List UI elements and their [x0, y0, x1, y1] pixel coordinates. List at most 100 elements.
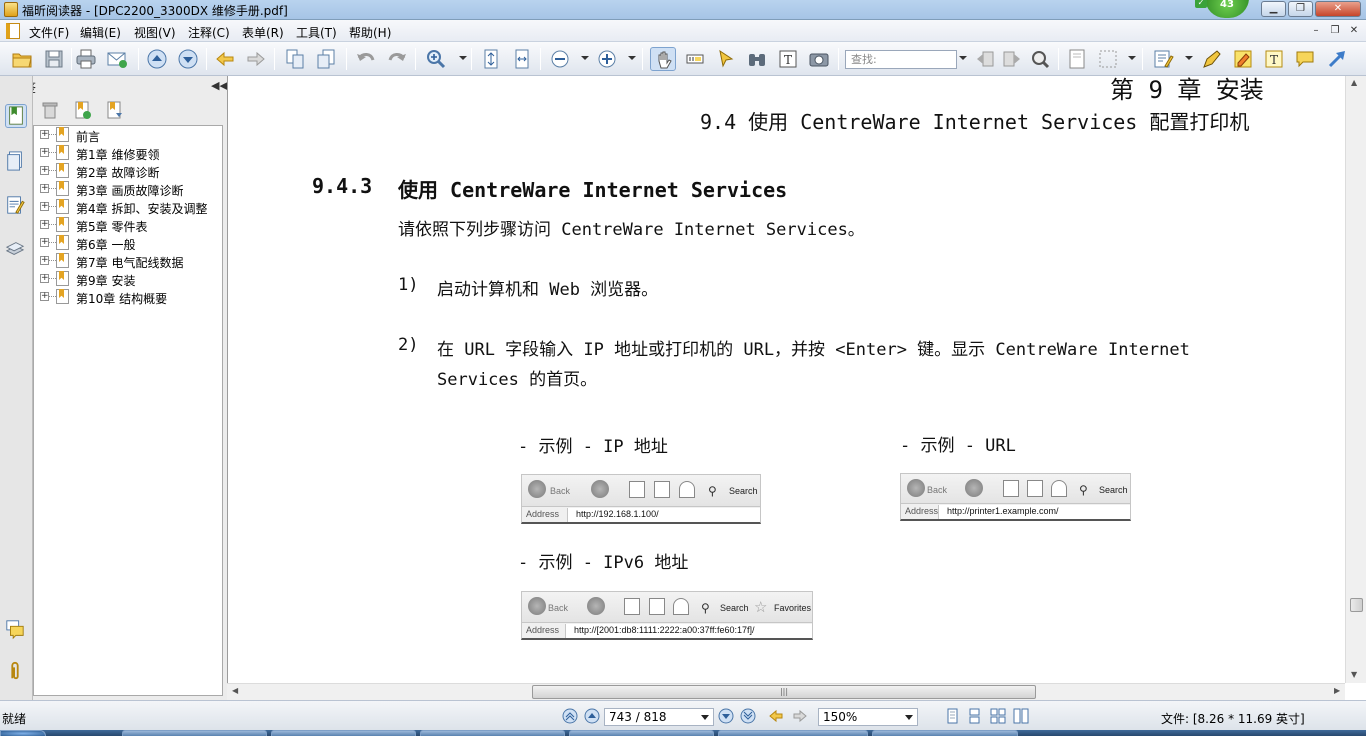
- start-button[interactable]: [0, 730, 46, 736]
- chevron-down-icon[interactable]: [701, 715, 709, 720]
- undo-icon[interactable]: [353, 47, 379, 71]
- save-icon[interactable]: [41, 47, 67, 71]
- forward-arrow-icon[interactable]: [243, 47, 269, 71]
- menu-comment[interactable]: 注释(C): [188, 24, 230, 41]
- taskbar-app-button[interactable]: [122, 730, 267, 736]
- find-next-icon[interactable]: [999, 47, 1025, 71]
- next-page-button-icon[interactable]: [718, 708, 734, 724]
- minimize-button[interactable]: ▁: [1261, 1, 1286, 17]
- note-tool-dropdown[interactable]: [1185, 56, 1193, 60]
- expand-icon[interactable]: +: [40, 220, 49, 229]
- snapshot-icon[interactable]: [806, 47, 832, 71]
- arrow-tool-icon[interactable]: [1324, 47, 1350, 71]
- select-annotation-icon[interactable]: [713, 47, 739, 71]
- highlight-icon[interactable]: [1230, 47, 1256, 71]
- previous-page-icon[interactable]: [144, 47, 170, 71]
- next-view-icon[interactable]: [792, 708, 808, 724]
- menu-help[interactable]: 帮助(H): [349, 24, 391, 41]
- pencil-icon[interactable]: [1199, 47, 1225, 71]
- expand-icon[interactable]: +: [40, 148, 49, 157]
- textbox-icon[interactable]: T: [1261, 47, 1287, 71]
- bookmark-item[interactable]: + 第3章 画质故障诊断: [34, 180, 222, 198]
- doc-restore-button[interactable]: ❐: [1327, 23, 1343, 38]
- scroll-left-icon[interactable]: ◀: [232, 686, 238, 695]
- menu-edit[interactable]: 编辑(E): [80, 24, 121, 41]
- page-thumbnails-icon[interactable]: [5, 150, 27, 174]
- add-bookmark-icon[interactable]: [72, 100, 92, 120]
- next-page-icon[interactable]: [175, 47, 201, 71]
- bookmark-properties-icon[interactable]: [104, 100, 124, 120]
- insert-pages-icon[interactable]: [313, 47, 339, 71]
- chevron-down-icon[interactable]: [905, 715, 913, 720]
- search-input[interactable]: 查找:: [845, 50, 957, 69]
- bookmark-item[interactable]: + 第7章 电气配线数据: [34, 252, 222, 270]
- annotations-panel-icon[interactable]: [5, 194, 27, 218]
- bookmark-item[interactable]: + 前言: [34, 126, 222, 144]
- delete-bookmark-icon[interactable]: [40, 100, 60, 120]
- menu-form[interactable]: 表单(R): [242, 24, 284, 41]
- zoom-in-icon[interactable]: [594, 47, 620, 71]
- bookmark-item[interactable]: + 第4章 拆卸、安装及调整: [34, 198, 222, 216]
- vertical-scrollbar[interactable]: ▲ ▼: [1345, 76, 1366, 683]
- bookmark-item[interactable]: + 第2章 故障诊断: [34, 162, 222, 180]
- grid-icon[interactable]: [1095, 47, 1121, 71]
- back-arrow-icon[interactable]: [212, 47, 238, 71]
- typewriter-icon[interactable]: T: [775, 47, 801, 71]
- search-dropdown[interactable]: [959, 56, 967, 60]
- hand-tool-icon[interactable]: [650, 47, 676, 71]
- scroll-up-icon[interactable]: ▲: [1351, 78, 1357, 87]
- bookmark-item[interactable]: + 第9章 安装: [34, 270, 222, 288]
- continuous-facing-view-icon[interactable]: [1013, 708, 1029, 724]
- bookmarks-panel-icon[interactable]: [5, 104, 27, 128]
- taskbar-app-button[interactable]: [718, 730, 868, 736]
- single-page-view-icon[interactable]: [944, 708, 960, 724]
- bookmark-item[interactable]: + 第5章 零件表: [34, 216, 222, 234]
- continuous-view-icon[interactable]: [966, 708, 982, 724]
- comments-list-icon[interactable]: [5, 618, 27, 642]
- close-button[interactable]: ✕: [1315, 1, 1361, 17]
- horizontal-scrollbar[interactable]: ◀ ||| ▶: [227, 683, 1345, 700]
- callout-icon[interactable]: [1292, 47, 1318, 71]
- bookmark-item[interactable]: + 第1章 维修要领: [34, 144, 222, 162]
- taskbar-app-button[interactable]: [569, 730, 714, 736]
- grid-dropdown[interactable]: [1128, 56, 1136, 60]
- previous-view-icon[interactable]: [768, 708, 784, 724]
- doc-minimize-button[interactable]: –: [1308, 23, 1324, 38]
- layers-panel-icon[interactable]: [5, 238, 27, 262]
- menu-view[interactable]: 视图(V): [134, 24, 176, 41]
- doc-close-button[interactable]: ✕: [1346, 23, 1362, 38]
- facing-view-icon[interactable]: [990, 708, 1006, 724]
- menu-file[interactable]: 文件(F): [29, 24, 69, 41]
- find-previous-icon[interactable]: [972, 47, 998, 71]
- previous-page-button-icon[interactable]: [584, 708, 600, 724]
- advanced-search-icon[interactable]: [1027, 47, 1053, 71]
- print-icon[interactable]: [73, 47, 99, 71]
- select-text-icon[interactable]: [682, 47, 708, 71]
- expand-icon[interactable]: +: [40, 166, 49, 175]
- zoom-in-dropdown[interactable]: [628, 56, 636, 60]
- expand-icon[interactable]: +: [40, 274, 49, 283]
- page-number-field[interactable]: 743 / 818: [604, 708, 714, 726]
- scroll-down-icon[interactable]: ▼: [1351, 670, 1357, 679]
- collapse-panel-icon[interactable]: ◀◀: [211, 79, 228, 92]
- document-view[interactable]: 第 9 章 安装 9.4 使用 CentreWare Internet Serv…: [227, 76, 1345, 683]
- extract-pages-icon[interactable]: [282, 47, 308, 71]
- taskbar-app-button[interactable]: [420, 730, 565, 736]
- expand-icon[interactable]: +: [40, 130, 49, 139]
- zoom-out-dropdown[interactable]: [581, 56, 589, 60]
- fit-page-icon[interactable]: [478, 47, 504, 71]
- zoom-tool-icon[interactable]: [423, 47, 449, 71]
- zoom-level-field[interactable]: 150%: [818, 708, 918, 726]
- taskbar-app-button[interactable]: [872, 730, 1018, 736]
- taskbar-app-button[interactable]: [271, 730, 416, 736]
- expand-icon[interactable]: +: [40, 202, 49, 211]
- find-icon[interactable]: [744, 47, 770, 71]
- expand-icon[interactable]: +: [40, 256, 49, 265]
- last-page-icon[interactable]: [740, 708, 756, 724]
- zoom-out-icon[interactable]: [547, 47, 573, 71]
- expand-icon[interactable]: +: [40, 238, 49, 247]
- attachments-icon[interactable]: [5, 660, 27, 684]
- vertical-scroll-thumb[interactable]: [1350, 598, 1363, 612]
- first-page-icon[interactable]: [562, 708, 578, 724]
- bookmark-item[interactable]: + 第10章 结构概要: [34, 288, 222, 306]
